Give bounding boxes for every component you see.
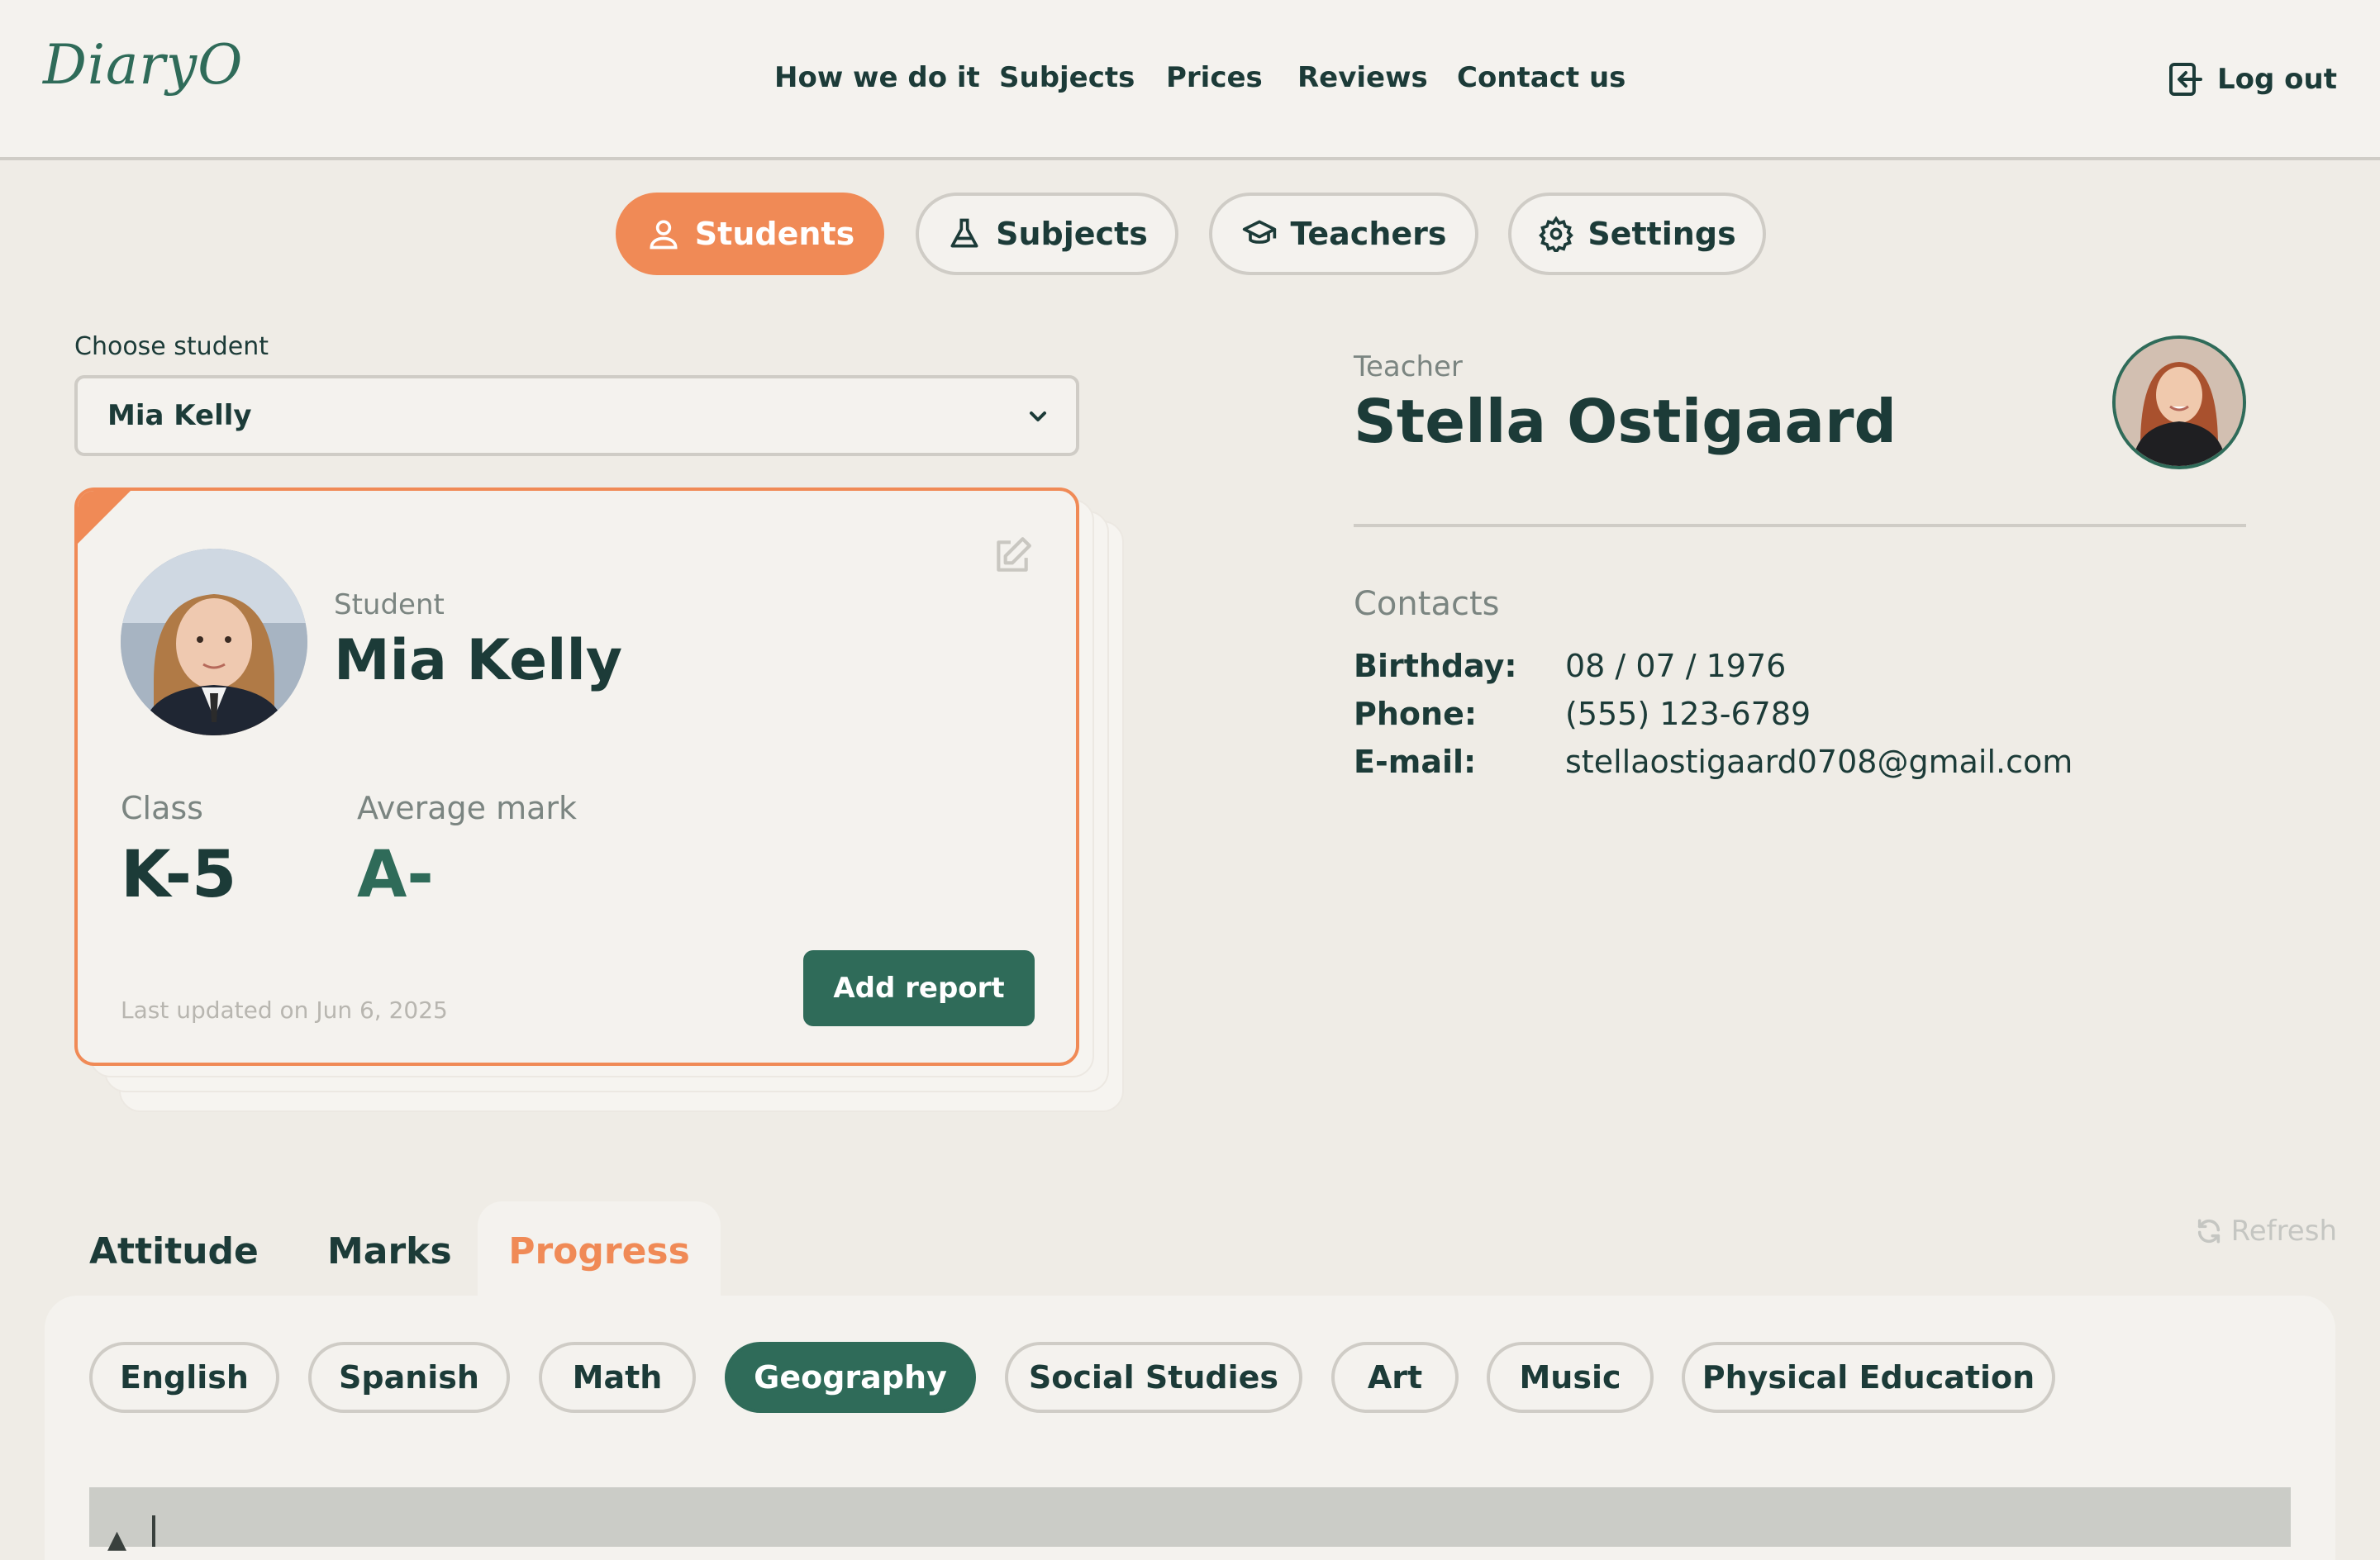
- email-label: E-mail:: [1354, 744, 1477, 780]
- edit-icon[interactable]: [992, 535, 1033, 577]
- tab-students[interactable]: Students: [616, 193, 884, 275]
- teacher-divider: [1354, 524, 2246, 527]
- average-mark-label: Average mark: [357, 790, 578, 826]
- tab-students-label: Students: [694, 216, 855, 252]
- class-value: K-5: [121, 838, 237, 912]
- progress-chart-area: [89, 1487, 2291, 1547]
- nav-contact-us[interactable]: Contact us: [1457, 61, 1626, 94]
- choose-student-label: Choose student: [74, 332, 269, 361]
- nav-how-we-do-it[interactable]: How we do it: [774, 61, 980, 94]
- subject-pill-music[interactable]: Music: [1487, 1342, 1654, 1413]
- nav-reviews[interactable]: Reviews: [1297, 61, 1428, 94]
- tab-marks[interactable]: Marks: [327, 1201, 452, 1301]
- user-icon: [650, 220, 678, 250]
- chevron-down-icon: [1030, 411, 1046, 421]
- subject-pill-physical-education[interactable]: Physical Education: [1682, 1342, 2055, 1413]
- tab-progress[interactable]: Progress: [478, 1201, 721, 1301]
- phone-label: Phone:: [1354, 696, 1478, 732]
- tab-settings[interactable]: Settings: [1508, 193, 1766, 275]
- tab-subjects[interactable]: Subjects: [916, 193, 1178, 275]
- tab-subjects-label: Subjects: [996, 216, 1148, 252]
- teacher-role-label: Teacher: [1354, 350, 1463, 383]
- gear-icon: [1539, 216, 1574, 252]
- birthday-value: 08 / 07 / 1976: [1565, 648, 1787, 684]
- last-updated-text: Last updated on Jun 6, 2025: [121, 996, 448, 1024]
- logo[interactable]: DiaryO: [43, 33, 243, 97]
- tab-settings-label: Settings: [1587, 216, 1736, 252]
- contacts-title: Contacts: [1354, 585, 1500, 623]
- subject-pill-math[interactable]: Math: [539, 1342, 696, 1413]
- subject-pill-social-studies[interactable]: Social Studies: [1005, 1342, 1302, 1413]
- student-name: Mia Kelly: [334, 628, 623, 693]
- subject-pill-geography[interactable]: Geography: [725, 1342, 976, 1413]
- chart-axis-arrow-icon: ▲: [107, 1525, 127, 1554]
- tab-teachers[interactable]: Teachers: [1209, 193, 1478, 275]
- logout-label: Log out: [2216, 63, 2337, 96]
- tab-teachers-label: Teachers: [1290, 216, 1447, 252]
- subject-pill-english[interactable]: English: [89, 1342, 279, 1413]
- student-avatar: [121, 549, 307, 735]
- birthday-label: Birthday:: [1354, 648, 1517, 684]
- nav-prices[interactable]: Prices: [1166, 61, 1263, 94]
- refresh-label: Refresh: [2230, 1215, 2337, 1248]
- top-header: DiaryO How we do it Subjects Prices Revi…: [0, 0, 2380, 160]
- subject-pill-spanish[interactable]: Spanish: [308, 1342, 510, 1413]
- student-select-value: Mia Kelly: [107, 399, 252, 432]
- logout-icon: [2168, 63, 2202, 96]
- refresh-button[interactable]: Refresh: [2195, 1215, 2337, 1248]
- subject-pill-art[interactable]: Art: [1331, 1342, 1459, 1413]
- email-value[interactable]: stellaostigaard0708@gmail.com: [1565, 744, 2073, 780]
- student-card: Student Mia Kelly Class K-5 Average mark…: [74, 488, 1079, 1066]
- chart-y-axis: [152, 1515, 155, 1547]
- logout-button[interactable]: Log out: [2166, 59, 2337, 99]
- tab-attitude[interactable]: Attitude: [89, 1201, 259, 1301]
- graduation-cap-icon: [1242, 220, 1276, 244]
- average-mark-value: A-: [357, 838, 434, 912]
- teacher-avatar: [2112, 335, 2246, 469]
- teacher-name: Stella Ostigaard: [1354, 387, 1897, 456]
- nav-subjects[interactable]: Subjects: [999, 61, 1135, 94]
- student-select[interactable]: Mia Kelly: [74, 375, 1079, 456]
- class-label: Class: [121, 790, 203, 826]
- phone-value: (555) 123-6789: [1565, 696, 1811, 732]
- student-role-label: Student: [334, 588, 445, 621]
- add-report-button[interactable]: Add report: [803, 950, 1035, 1026]
- flask-icon: [950, 218, 978, 248]
- card-corner-accent: [78, 491, 131, 544]
- refresh-icon: [2197, 1219, 2220, 1244]
